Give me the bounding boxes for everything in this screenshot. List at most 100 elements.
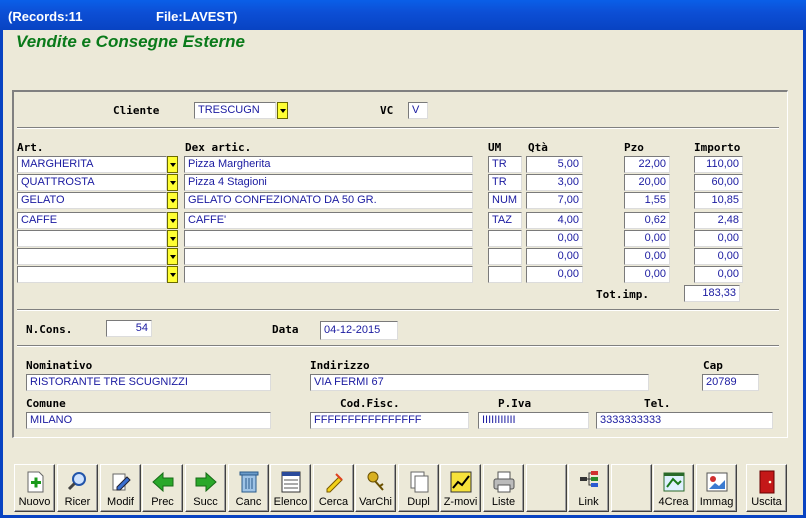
row-art-field[interactable] xyxy=(17,266,167,283)
row-art-dropdown-button[interactable] xyxy=(167,156,178,173)
row-dex-field[interactable] xyxy=(184,230,473,247)
row-importo-field[interactable]: 0,00 xyxy=(694,266,743,283)
row-importo-field[interactable]: 0,00 xyxy=(694,248,743,265)
row-importo-field[interactable]: 60,00 xyxy=(694,174,743,191)
row-importo-field[interactable]: 0,00 xyxy=(694,230,743,247)
row-dex-field[interactable] xyxy=(184,248,473,265)
row-um-field[interactable] xyxy=(488,248,522,265)
liste-button[interactable]: Liste xyxy=(483,464,524,512)
nuovo-button[interactable]: Nuovo xyxy=(14,464,55,512)
row-importo-field[interactable]: 2,48 xyxy=(694,212,743,229)
row-qta-field[interactable]: 0,00 xyxy=(526,230,583,247)
row-um-field[interactable]: TR xyxy=(488,156,522,173)
cliente-label: Cliente xyxy=(113,104,160,117)
row-dex-field[interactable]: Pizza 4 Stagioni xyxy=(184,174,473,191)
nominativo-label: Nominativo xyxy=(26,359,93,372)
row-art-dropdown-button[interactable] xyxy=(167,212,178,229)
cliente-field[interactable]: TRESCUGN xyxy=(194,102,276,119)
toolbar-button-label: Modif xyxy=(107,496,134,508)
toolbar-button-label: Succ xyxy=(193,496,218,508)
row-art-dropdown-button[interactable] xyxy=(167,192,178,209)
row-pzo-field[interactable]: 0,00 xyxy=(624,230,670,247)
row-art-dropdown-button[interactable] xyxy=(167,174,178,191)
row-pzo-field[interactable]: 0,00 xyxy=(624,248,670,265)
row-qta-field[interactable]: 3,00 xyxy=(526,174,583,191)
tel-field[interactable]: 3333333333 xyxy=(596,412,773,429)
row-dex-field[interactable]: GELATO CONFEZIONATO DA 50 GR. xyxy=(184,192,473,209)
piva-field[interactable]: IIIIIIIIIII xyxy=(478,412,589,429)
immag-button[interactable]: Immag xyxy=(696,464,737,512)
vc-field[interactable]: V xyxy=(408,102,428,119)
prec-button[interactable]: Prec xyxy=(142,464,183,512)
separator xyxy=(17,345,779,347)
file-name: File:LAVEST) xyxy=(156,9,238,24)
ricer-button[interactable]: Ricer xyxy=(57,464,98,512)
row-pzo-field[interactable]: 22,00 xyxy=(624,156,670,173)
toolbar-button-label: Immag xyxy=(699,496,734,508)
row-art-dropdown-button[interactable] xyxy=(167,230,178,247)
canc-button[interactable]: Canc xyxy=(228,464,269,512)
row-dex-field[interactable]: Pizza Margherita xyxy=(184,156,473,173)
blank-toolbar-button[interactable] xyxy=(611,464,652,512)
cap-field[interactable]: 20789 xyxy=(702,374,759,391)
row-qta-field[interactable]: 4,00 xyxy=(526,212,583,229)
modif-button[interactable]: Modif xyxy=(100,464,141,512)
row-pzo-field[interactable]: 20,00 xyxy=(624,174,670,191)
row-pzo-field[interactable]: 0,62 xyxy=(624,212,670,229)
duplicate-icon xyxy=(410,471,429,493)
list-icon xyxy=(281,471,301,493)
data-label: Data xyxy=(272,323,299,336)
row-art-field[interactable]: MARGHERITA xyxy=(17,156,167,173)
image-icon xyxy=(706,472,728,492)
uscita-button[interactable]: Uscita xyxy=(746,464,787,512)
row-qta-field[interactable]: 0,00 xyxy=(526,266,583,283)
row-importo-field[interactable]: 10,85 xyxy=(694,192,743,209)
cliente-dropdown-button[interactable] xyxy=(277,102,288,119)
cerca-button[interactable]: Cerca xyxy=(313,464,354,512)
row-um-field[interactable]: NUM xyxy=(488,192,522,209)
blank-toolbar-button[interactable] xyxy=(526,464,567,512)
toolbar-button-label: Liste xyxy=(491,496,516,508)
codfisc-field[interactable]: FFFFFFFFFFFFFFFF xyxy=(310,412,469,429)
vc-label: VC xyxy=(380,104,394,117)
varchi-button[interactable]: VarChi xyxy=(355,464,396,512)
succ-button[interactable]: Succ xyxy=(185,464,226,512)
data-field[interactable]: 04-12-2015 xyxy=(320,321,398,340)
exit-door-icon xyxy=(759,470,775,494)
dupl-button[interactable]: Dupl xyxy=(398,464,439,512)
ncons-field[interactable]: 54 xyxy=(106,320,152,337)
indirizzo-field[interactable]: VIA FERMI 67 xyxy=(310,374,649,391)
row-art-field[interactable] xyxy=(17,230,167,247)
col-header-pzo: Pzo xyxy=(624,141,644,154)
nominativo-field[interactable]: RISTORANTE TRE SCUGNIZZI xyxy=(26,374,271,391)
row-art-field[interactable] xyxy=(17,248,167,265)
toolbar-button-label: Canc xyxy=(235,496,262,508)
row-um-field[interactable]: TR xyxy=(488,174,522,191)
indirizzo-label: Indirizzo xyxy=(310,359,370,372)
row-dex-field[interactable]: CAFFE' xyxy=(184,212,473,229)
row-art-field[interactable]: CAFFE xyxy=(17,212,167,229)
comune-field[interactable]: MILANO xyxy=(26,412,271,429)
toolbar-button-label: Uscita xyxy=(751,496,782,508)
row-qta-field[interactable]: 5,00 xyxy=(526,156,583,173)
row-art-field[interactable]: GELATO xyxy=(17,192,167,209)
z-movi-button[interactable]: Z-movi xyxy=(440,464,481,512)
row-um-field[interactable] xyxy=(488,266,522,283)
row-qta-field[interactable]: 0,00 xyxy=(526,248,583,265)
row-um-field[interactable]: TAZ xyxy=(488,212,522,229)
row-importo-field[interactable]: 110,00 xyxy=(694,156,743,173)
row-qta-field[interactable]: 7,00 xyxy=(526,192,583,209)
elenco-button[interactable]: Elenco xyxy=(270,464,311,512)
row-art-dropdown-button[interactable] xyxy=(167,266,178,283)
row-um-field[interactable] xyxy=(488,230,522,247)
4crea-button[interactable]: 4Crea xyxy=(653,464,694,512)
col-header-importo: Importo xyxy=(694,141,741,154)
row-dex-field[interactable] xyxy=(184,266,473,283)
link-tree-icon xyxy=(580,471,598,487)
row-art-dropdown-button[interactable] xyxy=(167,248,178,265)
row-pzo-field[interactable]: 1,55 xyxy=(624,192,670,209)
row-art-field[interactable]: QUATTROSTA xyxy=(17,174,167,191)
row-pzo-field[interactable]: 0,00 xyxy=(624,266,670,283)
printer-icon xyxy=(493,471,515,493)
link-button[interactable]: Link xyxy=(568,464,609,512)
